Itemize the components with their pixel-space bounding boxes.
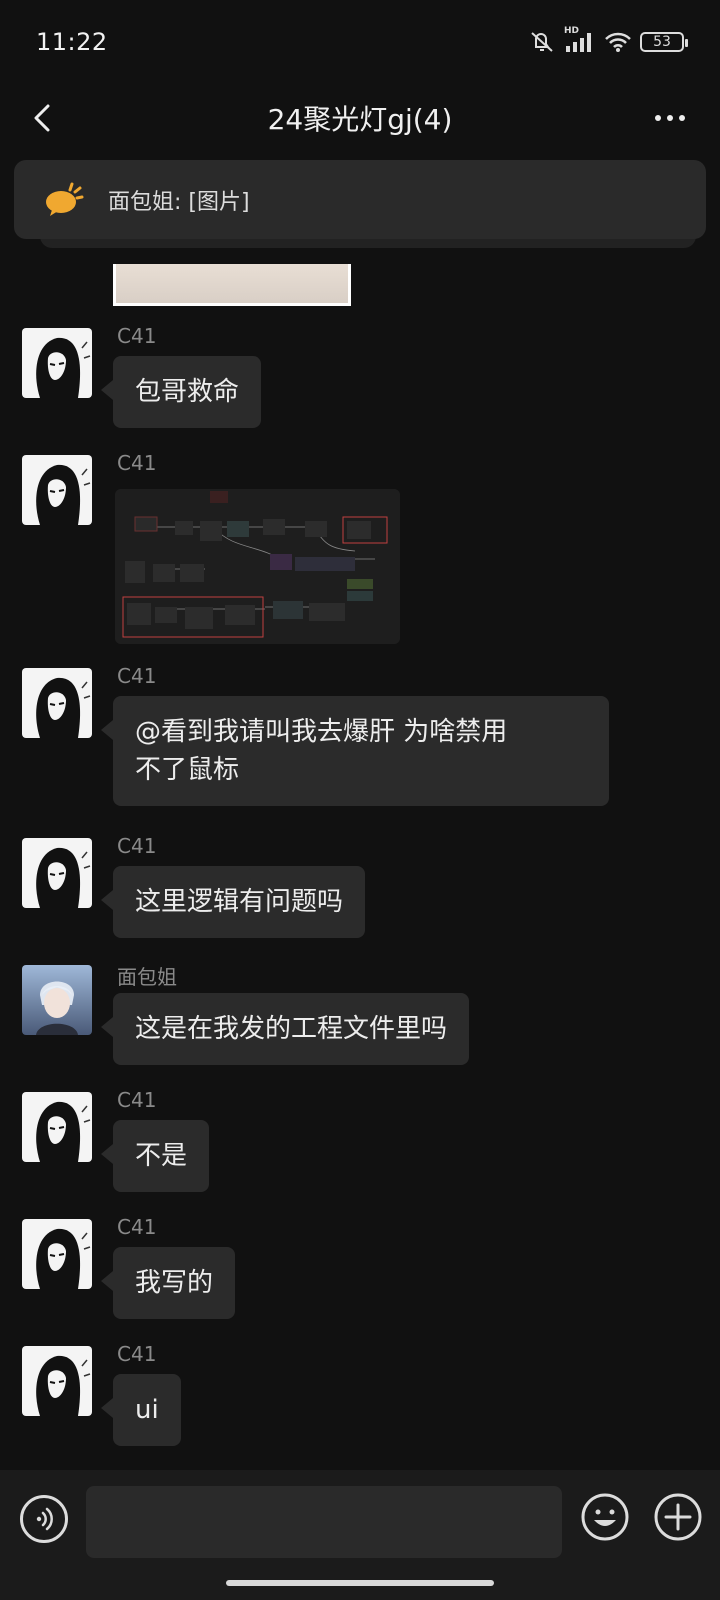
chat-title: 24聚光灯gj(4) <box>267 103 453 136</box>
chat-header: 24聚光灯gj(4) <box>0 80 720 160</box>
anime-avatar-image <box>22 1219 92 1289</box>
blueprint-screenshot <box>115 489 400 644</box>
message-bubble[interactable]: 包哥救命 <box>100 356 262 428</box>
previous-image-message[interactable] <box>113 264 351 306</box>
status-bar: 11:22 HD 53 <box>0 0 720 80</box>
message-bubble[interactable]: 这是在我发的工程文件里吗 <box>100 993 470 1065</box>
message-text: 这是在我发的工程文件里吗 <box>135 1014 448 1044</box>
message-bubble[interactable]: @看到我请叫我去爆肝 为啥禁用 不了鼠标 <box>101 696 609 806</box>
sender-name: C41 <box>117 664 157 688</box>
message-input[interactable] <box>86 1486 562 1558</box>
avatar[interactable] <box>22 1092 92 1162</box>
home-indicator[interactable] <box>226 1580 494 1586</box>
more-options-button[interactable] <box>650 98 694 138</box>
hd-label: HD <box>564 26 580 36</box>
avatar[interactable] <box>22 455 92 525</box>
status-time: 11:22 <box>36 28 108 56</box>
mute-icon <box>531 32 553 52</box>
message-text: 包哥救命 <box>135 377 240 407</box>
anime-avatar-image <box>22 328 92 398</box>
pinned-text: 面包姐: [图片] <box>108 190 250 215</box>
message-text: 这里逻辑有问题吗 <box>135 887 344 917</box>
message-text: ui <box>135 1395 159 1425</box>
avatar[interactable] <box>22 965 92 1035</box>
anime-avatar-image <box>22 455 92 525</box>
emoji-button[interactable] <box>580 1492 630 1542</box>
anime-avatar-image <box>22 838 92 908</box>
avatar[interactable] <box>22 668 92 738</box>
message-bubble[interactable]: 不是 <box>100 1120 210 1192</box>
anime-avatar-image <box>22 1346 92 1416</box>
sender-name: C41 <box>117 324 157 348</box>
status-icons: HD 53 <box>528 26 688 54</box>
message-text: 不是 <box>135 1141 188 1171</box>
wifi-icon <box>605 32 631 52</box>
boy-avatar-image <box>22 965 92 1035</box>
smile-icon <box>581 1493 629 1541</box>
voice-button[interactable] <box>20 1495 68 1543</box>
message-bubble[interactable]: 这里逻辑有问题吗 <box>100 866 366 938</box>
message-text-line: @看到我请叫我去爆肝 为啥禁用 <box>135 717 508 747</box>
battery-indicator: 53 <box>640 32 688 52</box>
sender-name: C41 <box>117 834 157 858</box>
image-message[interactable] <box>115 489 400 644</box>
voice-icon <box>36 1507 53 1531</box>
message-bubble[interactable]: 我写的 <box>100 1247 236 1319</box>
plus-icon <box>654 1493 702 1541</box>
sender-name: 面包姐 <box>117 965 177 989</box>
avatar[interactable] <box>22 1346 92 1416</box>
more-icon <box>655 115 685 121</box>
anime-avatar-image <box>22 668 92 738</box>
pinned-message-bar[interactable]: 面包姐: [图片] <box>14 160 706 239</box>
message-text: 我写的 <box>135 1268 214 1298</box>
message-bubble[interactable]: ui <box>101 1374 181 1446</box>
signal-icon: HD <box>564 26 596 54</box>
avatar[interactable] <box>22 838 92 908</box>
avatar[interactable] <box>22 1219 92 1289</box>
sender-name: C41 <box>117 1342 157 1366</box>
chat-bubble-icon <box>46 182 84 216</box>
battery-level: 53 <box>653 34 671 50</box>
sender-name: C41 <box>117 1088 157 1112</box>
anime-avatar-image <box>22 1092 92 1162</box>
sender-name: C41 <box>117 1215 157 1239</box>
message-text-line: 不了鼠标 <box>135 755 240 785</box>
avatar[interactable] <box>22 328 92 398</box>
more-actions-button[interactable] <box>653 1492 703 1542</box>
sender-name: C41 <box>117 451 157 475</box>
